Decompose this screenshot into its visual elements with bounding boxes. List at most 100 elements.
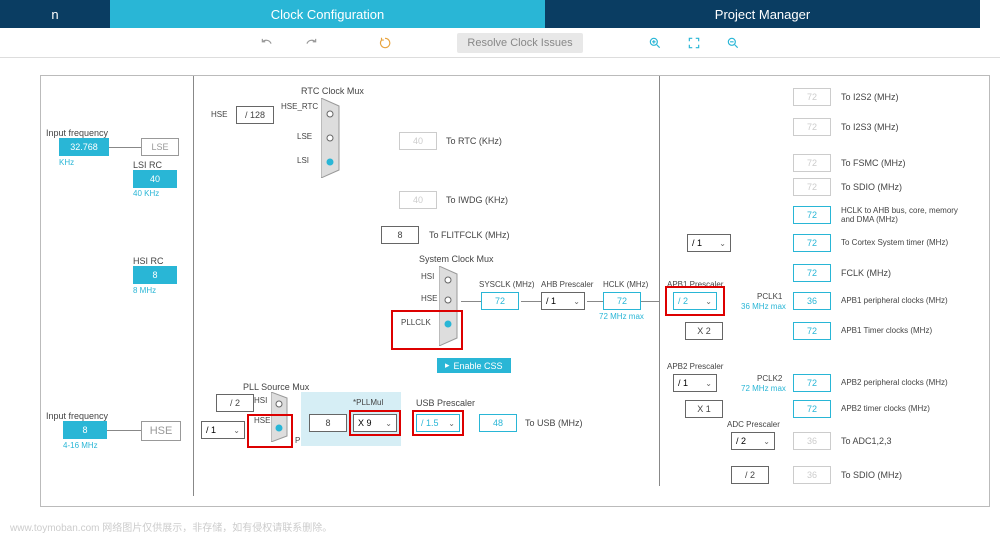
usb-label: To USB (MHz) <box>525 418 583 428</box>
adc-div-select[interactable]: / 2⌄ <box>731 432 775 450</box>
rtc-mux[interactable] <box>321 98 341 178</box>
ahb-div-select[interactable]: / 1⌄ <box>541 292 585 310</box>
hclk-label: HCLK (MHz) <box>603 280 648 289</box>
sysclk-value[interactable]: 72 <box>481 292 519 310</box>
apb1-timer-label: APB1 Timer clocks (MHz) <box>841 326 932 335</box>
hse-box: HSE <box>141 421 181 441</box>
adc-title: ADC Prescaler <box>727 420 780 429</box>
rtc-hse-lbl: HSE <box>211 110 227 119</box>
hse-div-select[interactable]: / 1⌄ <box>201 421 245 439</box>
apb1-timer-value: 72 <box>793 322 831 340</box>
rtc-lsi-lbl: LSI <box>297 156 309 165</box>
sdio-label: To SDIO (MHz) <box>841 182 902 192</box>
resolve-clock-issues-button[interactable]: Resolve Clock Issues <box>457 33 582 53</box>
apb2-note: 72 MHz max <box>741 384 786 393</box>
tab-spacer <box>980 0 1000 28</box>
fsmc-label: To FSMC (MHz) <box>841 158 906 168</box>
hse-freq-label: Input frequency <box>46 411 108 421</box>
apb1-note: 36 MHz max <box>741 302 786 311</box>
rtc-out-value: 40 <box>399 132 437 150</box>
tab-pinout[interactable]: n <box>0 0 110 28</box>
toolbar: Resolve Clock Issues <box>0 28 1000 58</box>
lsi-rc-label: LSI RC <box>133 160 162 170</box>
iwdg-value: 40 <box>399 191 437 209</box>
sdio2-div: / 2 <box>731 466 769 484</box>
apb2-div-select[interactable]: / 1⌄ <box>673 374 717 392</box>
hsi-value: 8 <box>133 266 177 284</box>
flit-label: To FLITFCLK (MHz) <box>429 230 510 240</box>
hse-note: 4-16 MHz <box>63 441 98 450</box>
apb2-timer-value: 72 <box>793 400 831 418</box>
i2s3-value: 72 <box>793 118 831 136</box>
pclk1-label: PCLK1 <box>757 292 782 301</box>
apb2-periph-label: APB2 peripheral clocks (MHz) <box>841 378 948 387</box>
apb2-timer-label: APB2 timer clocks (MHz) <box>841 404 930 413</box>
sdio-value: 72 <box>793 178 831 196</box>
cortex-label: To Cortex System timer (MHz) <box>841 238 948 247</box>
hclk-note: 72 MHz max <box>599 312 644 321</box>
watermark-text: www.toymoban.com 网络图片仅供展示，非存储，如有侵权请联系删除。 <box>10 519 332 534</box>
usb-div-select[interactable]: / 1.5⌄ <box>416 414 460 432</box>
sdio2-value: 36 <box>793 466 831 484</box>
pll-hsi-lbl: HSI <box>254 396 267 405</box>
sdio2-label: To SDIO (MHz) <box>841 470 902 480</box>
apb2-title: APB2 Prescaler <box>667 362 723 371</box>
zoom-fit-icon[interactable] <box>682 31 706 55</box>
ahb-title: AHB Prescaler <box>541 280 593 289</box>
rtc-div128: / 128 <box>236 106 274 124</box>
sysmux-hsi: HSI <box>421 272 434 281</box>
lsi-value: 40 <box>133 170 177 188</box>
pll-source-mux[interactable] <box>271 392 289 442</box>
system-clock-mux[interactable] <box>439 266 459 346</box>
flit-value: 8 <box>381 226 419 244</box>
lsi-note: 40 KHz <box>133 189 159 198</box>
cortex-div-select[interactable]: / 1⌄ <box>687 234 731 252</box>
fclk-label: FCLK (MHz) <box>841 268 891 278</box>
sysmux-title: System Clock Mux <box>419 254 494 264</box>
pllmul-select[interactable]: X 9⌄ <box>353 414 397 432</box>
apb1-timer-mul: X 2 <box>685 322 723 340</box>
hclk-value[interactable]: 72 <box>603 292 641 310</box>
pllmul-label: *PLLMul <box>353 398 383 407</box>
apb1-periph-value: 36 <box>793 292 831 310</box>
enable-css-button[interactable]: ▸Enable CSS <box>437 358 511 373</box>
sysclk-label: SYSCLK (MHz) <box>479 280 535 289</box>
fsmc-value: 72 <box>793 154 831 172</box>
tab-clock-config[interactable]: Clock Configuration <box>110 0 545 28</box>
pll-input-value: 8 <box>309 414 347 432</box>
zoom-out-icon[interactable] <box>721 31 745 55</box>
adc-value: 36 <box>793 432 831 450</box>
ahb-out-label: HCLK to AHB bus, core, memory and DMA (M… <box>841 206 971 224</box>
reset-icon[interactable] <box>373 31 397 55</box>
lse-box: LSE <box>141 138 179 156</box>
pll-mux-title: PLL Source Mux <box>243 382 309 392</box>
usb-prescaler-title: USB Prescaler <box>416 398 475 408</box>
rtc-out-label: To RTC (KHz) <box>446 136 502 146</box>
hse-freq-value[interactable]: 8 <box>63 421 107 439</box>
clock-diagram-canvas[interactable]: Input frequency 32.768 KHz LSE LSI RC 40… <box>40 75 990 507</box>
usb-value: 48 <box>479 414 517 432</box>
i2s3-label: To I2S3 (MHz) <box>841 122 899 132</box>
zoom-in-icon[interactable] <box>643 31 667 55</box>
i2s2-value: 72 <box>793 88 831 106</box>
pll-div2: / 2 <box>216 394 254 412</box>
pclk2-label: PCLK2 <box>757 374 782 383</box>
lse-unit: KHz <box>59 158 74 167</box>
rtc-mux-title: RTC Clock Mux <box>301 86 364 96</box>
apb2-periph-value: 72 <box>793 374 831 392</box>
tab-project-manager[interactable]: Project Manager <box>545 0 980 28</box>
apb1-div-select[interactable]: / 2⌄ <box>673 292 717 310</box>
sysmux-pllclk: PLLCLK <box>401 318 431 327</box>
redo-icon[interactable] <box>299 31 323 55</box>
cortex-value: 72 <box>793 234 831 252</box>
apb1-title: APB1 Prescaler <box>667 280 723 289</box>
hsi-rc-label: HSI RC <box>133 256 164 266</box>
i2s2-label: To I2S2 (MHz) <box>841 92 899 102</box>
iwdg-label: To IWDG (KHz) <box>446 195 508 205</box>
undo-icon[interactable] <box>255 31 279 55</box>
sysmux-hse: HSE <box>421 294 437 303</box>
hsi-note: 8 MHz <box>133 286 156 295</box>
lse-freq-value[interactable]: 32.768 <box>59 138 109 156</box>
adc-label: To ADC1,2,3 <box>841 436 892 446</box>
lse-freq-label: Input frequency <box>46 128 108 138</box>
